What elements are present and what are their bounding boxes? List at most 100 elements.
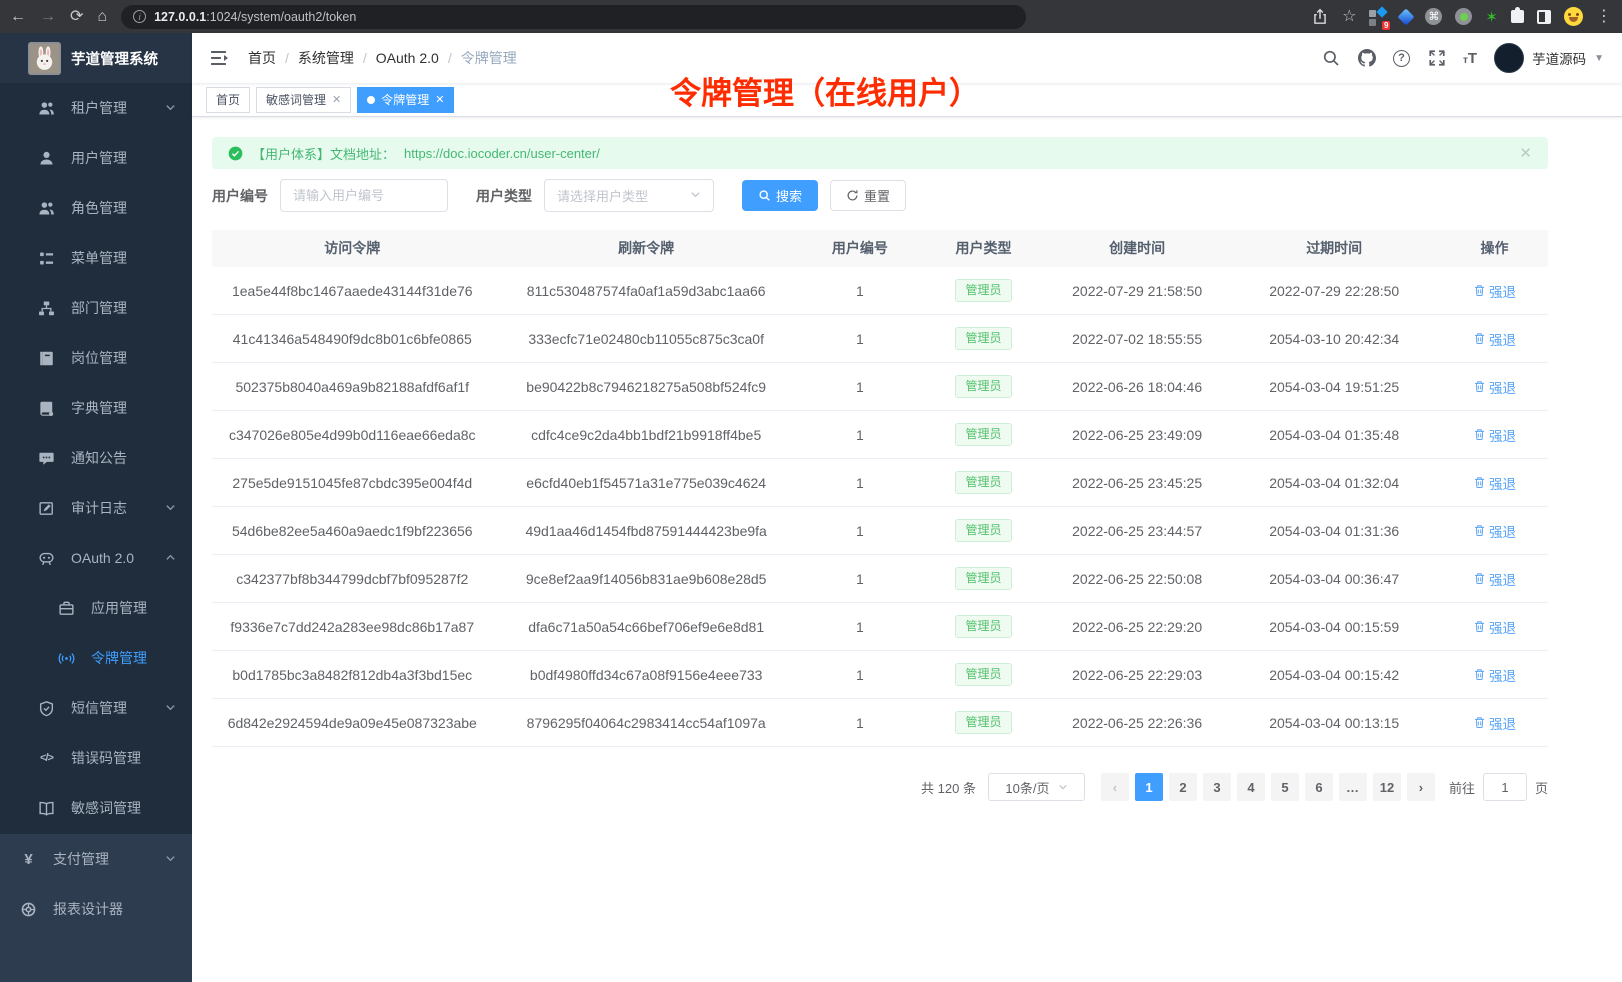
expire-time-cell: 2054-03-04 00:13:15 [1227,715,1441,731]
force-logout-button[interactable]: 强退 [1473,329,1516,349]
refresh-token-cell: 9ce8ef2aa9f14056b831ae9b608e28d5 [493,571,800,587]
tab-close-icon[interactable]: ✕ [435,93,444,106]
sidebar-item-audit[interactable]: 审计日志 [0,483,192,533]
page-button-6[interactable]: 6 [1305,773,1333,801]
browser-menu-icon[interactable]: ⋮ [1596,9,1612,25]
alert-close-icon[interactable]: ✕ [1519,144,1532,162]
browser-reload-icon[interactable]: ⟳ [70,9,83,25]
sidebar-item-pay[interactable]: ¥支付管理 [0,834,192,884]
breadcrumb-item[interactable]: 系统管理 [298,48,354,68]
sidebar-item-user[interactable]: 用户管理 [0,133,192,183]
github-icon[interactable] [1357,49,1376,68]
user-type-cell: 管理员 [920,471,1047,495]
sidebar-item-dict[interactable]: 字典管理 [0,383,192,433]
breadcrumb-separator: / [363,50,367,66]
browser-back-icon[interactable]: ← [10,9,26,25]
side-panel-icon[interactable] [1537,10,1551,24]
header-search-icon[interactable] [1321,49,1340,68]
user-menu[interactable]: 芋道源码 ▼ [1494,43,1604,73]
share-icon[interactable] [1310,7,1329,26]
prev-page-button[interactable]: ‹ [1101,773,1129,801]
extension-badge-icon[interactable]: 9 [1369,8,1387,26]
page-size-select[interactable]: 10条/页 [988,773,1085,801]
user-type-cell: 管理员 [920,423,1047,447]
force-logout-button[interactable]: 强退 [1473,665,1516,685]
sidebar-item-sensitive-word[interactable]: 敏感词管理 [0,783,192,833]
browser-forward-icon[interactable]: → [40,9,56,25]
alert-doc-link[interactable]: https://doc.iocoder.cn/user-center/ [404,146,600,161]
force-logout-button[interactable]: 强退 [1473,425,1516,445]
recorder-extension-icon[interactable] [1455,8,1472,25]
sidebar-item-tenant[interactable]: 租户管理 [0,83,192,133]
sidebar-item-label: 岗位管理 [71,348,127,368]
page-button-3[interactable]: 3 [1203,773,1231,801]
sidebar-item-menu[interactable]: 菜单管理 [0,233,192,283]
page-button-4[interactable]: 4 [1237,773,1265,801]
sidebar-item-oauth2[interactable]: OAuth 2.0 [0,533,192,583]
next-page-button[interactable]: › [1407,773,1435,801]
sidebar-item-label: 菜单管理 [71,248,127,268]
help-icon[interactable]: ? [1393,50,1410,67]
force-logout-button[interactable]: 强退 [1473,473,1516,493]
user-type-cell: 管理员 [920,279,1047,303]
user-type-cell: 管理员 [920,615,1047,639]
table-row: 275e5de9151045fe87cbdc395e004f4de6cfd40e… [212,459,1548,507]
site-info-icon[interactable]: i [133,10,146,23]
star-extension-icon[interactable]: ✶ [1485,8,1498,26]
tab-close-icon[interactable]: ✕ [332,93,341,106]
created-time-cell: 2022-07-29 21:58:50 [1047,283,1227,299]
force-logout-button[interactable]: 强退 [1473,569,1516,589]
font-size-icon[interactable]: тT [1463,50,1477,67]
created-time-cell: 2022-06-25 22:29:20 [1047,619,1227,635]
force-logout-button[interactable]: 强退 [1473,713,1516,733]
user-type-placeholder: 请选择用户类型 [557,186,648,205]
page-button-2[interactable]: 2 [1169,773,1197,801]
profile-avatar-icon[interactable] [1564,7,1583,26]
page-button-12[interactable]: 12 [1373,773,1401,801]
reset-button[interactable]: 重置 [830,180,906,211]
goto-page-input[interactable] [1483,773,1527,801]
force-logout-button[interactable]: 强退 [1473,617,1516,637]
command-extension-icon[interactable]: ⌘ [1425,8,1442,25]
breadcrumb-item[interactable]: OAuth 2.0 [376,50,439,66]
bookmark-star-icon[interactable]: ☆ [1342,9,1356,25]
tab-敏感词管理[interactable]: 敏感词管理✕ [256,87,351,113]
force-logout-button[interactable]: 强退 [1473,377,1516,397]
sidebar-item-role[interactable]: 角色管理 [0,183,192,233]
filter-form: 用户编号 用户类型 请选择用户类型 搜索 重置 [212,179,1548,212]
force-logout-button[interactable]: 强退 [1473,521,1516,541]
expire-time-cell: 2054-03-04 01:32:04 [1227,475,1441,491]
sidebar-item-label: 部门管理 [71,298,127,318]
sidebar-item-sms[interactable]: 短信管理 [0,683,192,733]
user-type-select[interactable]: 请选择用户类型 [544,179,714,212]
sidebar-item-dept[interactable]: 部门管理 [0,283,192,333]
app-logo[interactable]: 芋道管理系统 [0,33,192,83]
sidebar-item-oauth2-token[interactable]: 令牌管理 [0,633,192,683]
sidebar-item-report[interactable]: 报表设计器 [0,884,192,934]
address-bar[interactable]: i 127.0.0.1:1024/system/oauth2/token [121,5,1026,29]
browser-home-icon[interactable]: ⌂ [97,9,107,25]
force-logout-button[interactable]: 强退 [1473,281,1516,301]
user-type-cell: 管理员 [920,711,1047,735]
sidebar-item-post[interactable]: 岗位管理 [0,333,192,383]
sidebar-item-oauth2-app[interactable]: 应用管理 [0,583,192,633]
sidebar-item-notice[interactable]: 通知公告 [0,433,192,483]
search-button[interactable]: 搜索 [742,180,818,211]
user-id-input[interactable] [280,179,448,212]
tab-首页[interactable]: 首页 [206,87,250,113]
users-icon [38,200,55,217]
page-button-5[interactable]: 5 [1271,773,1299,801]
page-button-1[interactable]: 1 [1135,773,1163,801]
sidebar-item-errcode[interactable]: </>错误码管理 [0,733,192,783]
pagination-ellipsis[interactable]: … [1339,773,1367,801]
tab-令牌管理[interactable]: 令牌管理✕ [357,87,454,113]
breadcrumb-item[interactable]: 首页 [248,48,276,68]
action-cell: 强退 [1441,329,1548,349]
gem-extension-icon[interactable] [1398,8,1415,25]
fullscreen-icon[interactable] [1427,49,1446,68]
sidebar-toggle-icon[interactable] [210,48,230,68]
token-table: 访问令牌刷新令牌用户编号用户类型创建时间过期时间操作 1ea5e44f8bc14… [212,230,1548,747]
extensions-puzzle-icon[interactable] [1511,10,1524,23]
user-icon [38,150,55,167]
user-avatar [1494,43,1524,73]
